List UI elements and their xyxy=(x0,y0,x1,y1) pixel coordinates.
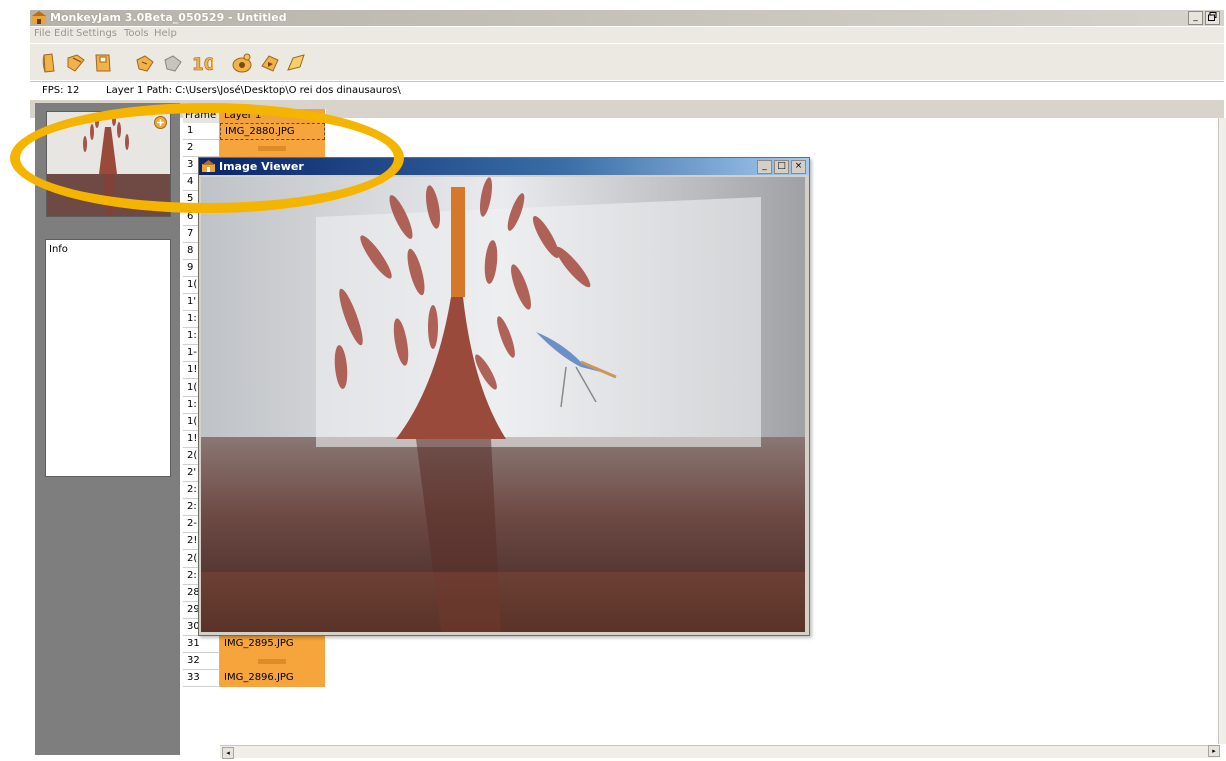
capture-icon[interactable] xyxy=(231,52,253,74)
left-panel: Info xyxy=(35,103,180,755)
menu-bar: File Edit Settings Tools Help xyxy=(30,27,1224,43)
save-icon[interactable] xyxy=(92,52,114,74)
restore-button[interactable] xyxy=(1205,11,1220,25)
restore-icon xyxy=(1208,12,1217,21)
scroll-left-arrow-icon[interactable]: ◂ xyxy=(222,747,234,759)
layer-cell[interactable]: IMG_2880.JPG xyxy=(220,123,325,140)
main-title-bar[interactable]: MonkeyJam 3.0Beta_050529 - Untitled _ xyxy=(30,10,1224,26)
info-panel: Info xyxy=(45,239,171,477)
open-icon[interactable] xyxy=(65,52,87,74)
image-viewer-window[interactable]: Image Viewer _ □ × xyxy=(198,157,810,636)
playback-icon[interactable] xyxy=(259,52,281,74)
image-viewer-title: Image Viewer xyxy=(219,160,304,173)
redo-icon[interactable] xyxy=(161,52,183,74)
image-viewer-title-bar[interactable]: Image Viewer _ □ × xyxy=(199,158,809,175)
menu-tools[interactable]: Tools xyxy=(124,28,149,39)
frame-number: 32 xyxy=(183,653,220,671)
table-row[interactable]: 2 xyxy=(183,140,326,158)
layer-column-header[interactable]: Layer 1 xyxy=(220,109,325,123)
layer-cell[interactable]: IMG_2895.JPG xyxy=(220,636,325,653)
frame-number: 31 xyxy=(183,636,220,653)
viewer-photo xyxy=(201,177,805,632)
info-label: Info xyxy=(49,244,68,255)
table-row[interactable]: 31 IMG_2895.JPG xyxy=(183,636,326,653)
layer-cell[interactable]: IMG_2896.JPG xyxy=(220,670,325,688)
table-row[interactable]: 1 IMG_2880.JPG xyxy=(183,123,326,140)
add-icon[interactable] xyxy=(154,116,167,129)
monkeyjam-app-icon xyxy=(32,11,46,24)
layer-path-readout: Layer 1 Path: C:\Users\José\Desktop\O re… xyxy=(106,85,401,96)
frame-column-header[interactable]: Frame xyxy=(183,109,220,123)
export-icon[interactable] xyxy=(285,52,307,74)
hold-frame-marker xyxy=(258,146,286,152)
hold-frame-marker xyxy=(258,659,286,665)
undo-icon[interactable] xyxy=(133,52,155,74)
table-row[interactable]: 33 IMG_2896.JPG xyxy=(183,670,326,688)
minimize-button[interactable]: _ xyxy=(1188,11,1203,25)
scroll-right-arrow-icon[interactable]: ▸ xyxy=(1208,745,1220,757)
menu-help[interactable]: Help xyxy=(154,28,177,39)
horizontal-scrollbar[interactable]: ◂ xyxy=(220,745,1218,759)
viewer-minimize-button[interactable]: _ xyxy=(757,160,772,174)
frame-number: 1 xyxy=(183,123,220,140)
menu-settings[interactable]: Settings xyxy=(76,28,117,39)
vertical-scrollbar[interactable] xyxy=(1218,118,1226,744)
image-viewer-app-icon xyxy=(202,160,215,172)
new-icon[interactable] xyxy=(38,52,60,74)
window-title: MonkeyJam 3.0Beta_050529 - Untitled xyxy=(50,11,287,24)
tree-drawing-photo xyxy=(201,177,805,632)
menu-file[interactable]: File xyxy=(34,28,51,39)
number-10-icon[interactable]: 10 xyxy=(191,52,213,74)
viewer-close-button[interactable]: × xyxy=(791,160,806,174)
layer-cell[interactable] xyxy=(220,140,325,158)
thumbnail-image xyxy=(47,112,170,216)
viewer-maximize-button[interactable]: □ xyxy=(774,160,789,174)
fps-readout: FPS: 12 xyxy=(42,85,80,96)
frame-thumbnail[interactable] xyxy=(46,111,171,217)
status-strip: FPS: 12 Layer 1 Path: C:\Users\José\Desk… xyxy=(30,81,1224,101)
toolbar: 10 xyxy=(30,44,1224,80)
layer-cell[interactable] xyxy=(220,653,325,671)
table-row[interactable]: 32 xyxy=(183,653,326,671)
menu-edit[interactable]: Edit xyxy=(54,28,73,39)
frame-number: 33 xyxy=(183,670,220,688)
svg-text:10: 10 xyxy=(192,55,213,74)
frame-number: 2 xyxy=(183,140,220,158)
